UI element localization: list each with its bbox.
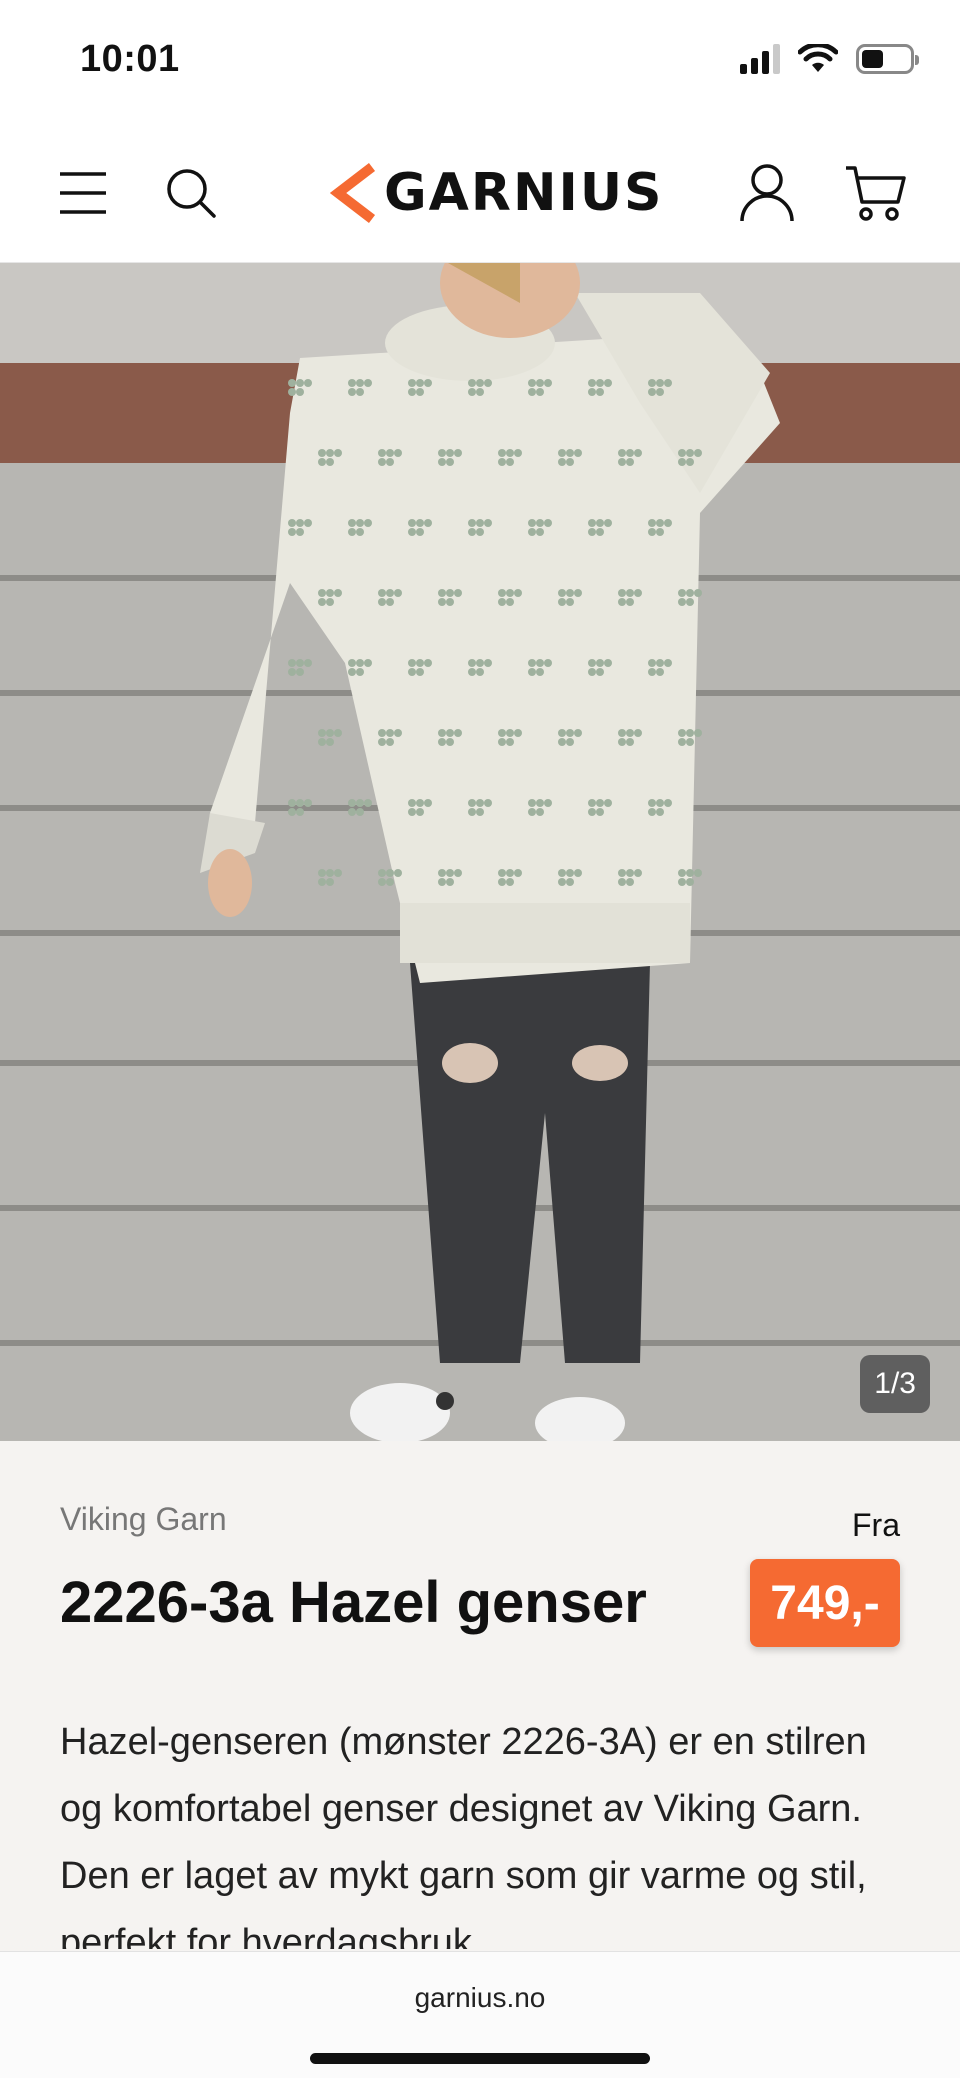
logo-text: GARNIUS bbox=[384, 163, 664, 223]
status-time: 10:01 bbox=[80, 38, 180, 80]
signal-icon bbox=[740, 44, 780, 74]
account-icon[interactable] bbox=[732, 158, 802, 228]
product-description: Hazel-genseren (mønster 2226-3A) er en s… bbox=[60, 1721, 867, 1949]
home-indicator[interactable] bbox=[310, 2053, 650, 2064]
wifi-icon bbox=[798, 44, 838, 72]
battery-icon bbox=[856, 44, 919, 74]
product-brand[interactable]: Viking Garn bbox=[60, 1501, 227, 1538]
menu-icon[interactable] bbox=[48, 158, 118, 228]
gallery-dot-indicator[interactable] bbox=[436, 1392, 454, 1410]
price-badge: 749,- bbox=[750, 1559, 900, 1647]
status-bar: 10:01 bbox=[0, 0, 960, 120]
site-header: GARNIUS bbox=[0, 120, 960, 263]
garnius-logo[interactable]: GARNIUS bbox=[330, 160, 664, 226]
url-text[interactable]: garnius.no bbox=[0, 1982, 960, 2014]
status-icons bbox=[740, 44, 919, 74]
logo-chevron-icon bbox=[330, 163, 376, 223]
browser-url-bar[interactable]: garnius.no bbox=[0, 1951, 960, 2078]
gallery-counter: 1/3 bbox=[860, 1355, 930, 1413]
search-icon[interactable] bbox=[156, 158, 226, 228]
cart-icon[interactable] bbox=[840, 158, 910, 228]
product-image[interactable] bbox=[0, 263, 960, 1441]
product-info: Viking Garn 2226-3a Hazel genser Fra 749… bbox=[0, 1441, 960, 1951]
price-prefix: Fra bbox=[852, 1507, 900, 1543]
product-title: 2226-3a Hazel genser bbox=[60, 1570, 647, 1635]
